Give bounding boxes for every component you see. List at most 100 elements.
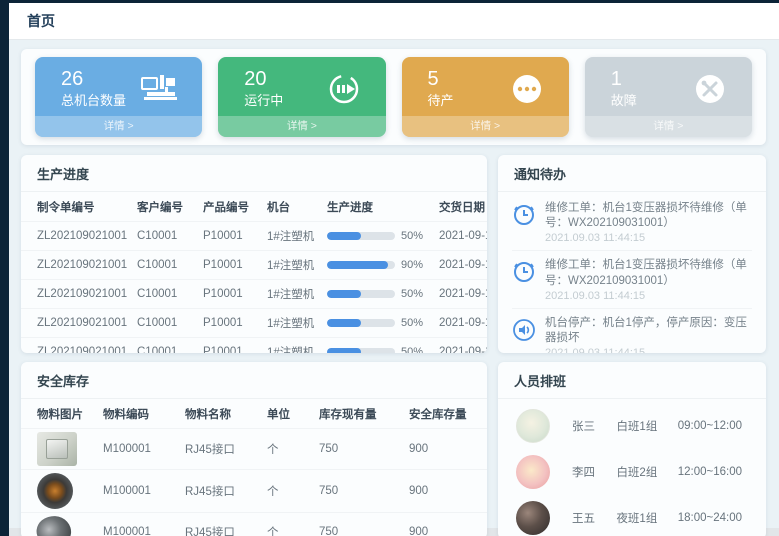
production-progress-panel: 生产进度 制令单编号 客户编号 产品编号 机台 生产进度 交货日期 ZL2021 bbox=[21, 155, 487, 353]
speaker-driver-photo bbox=[37, 473, 73, 509]
table-row[interactable]: ZL202109021001 C10001 P10001 1#注塑机 50% 2… bbox=[21, 338, 487, 354]
machine: 1#注塑机 bbox=[263, 309, 323, 338]
stock-qty: 750 bbox=[315, 513, 405, 536]
safety-qty: 900 bbox=[405, 429, 487, 470]
progress-label: 50% bbox=[401, 317, 423, 329]
sidebar-edge bbox=[0, 0, 9, 536]
fault-tools-icon bbox=[690, 72, 730, 106]
progress-bar bbox=[327, 348, 395, 353]
stat-card-total-machines[interactable]: 26 总机台数量 详情 > bbox=[35, 57, 202, 137]
customer-no: C10001 bbox=[133, 309, 199, 338]
material-name: RJ45接口 bbox=[181, 513, 263, 536]
machine: 1#注塑机 bbox=[263, 338, 323, 354]
schedule-row[interactable]: 张三 白班1组 09:00~12:00 bbox=[516, 403, 748, 449]
progress-bar bbox=[327, 319, 395, 327]
staff-schedule-panel: 人员排班 张三 白班1组 09:00~12:00 李四 白班2组 12:00~1… bbox=[498, 362, 766, 536]
stat-label: 故障 bbox=[611, 90, 637, 109]
table-row[interactable]: ZL202109021001 C10001 P10001 1#注塑机 50% 2… bbox=[21, 309, 487, 338]
notification-time: 2021.09.03 11:44:15 bbox=[545, 347, 752, 353]
order-no: ZL202109021001 bbox=[21, 251, 133, 280]
notification-item[interactable]: 维修工单：机台1变压器损坏待维修（单号：WX202109031001） 2021… bbox=[512, 194, 752, 251]
product-no: P10001 bbox=[199, 338, 263, 354]
notification-item[interactable]: 维修工单：机台1变压器损坏待维修（单号：WX202109031001） 2021… bbox=[512, 251, 752, 308]
order-no: ZL202109021001 bbox=[21, 338, 133, 354]
page-title: 首页 bbox=[27, 11, 55, 31]
material-image-cell bbox=[21, 429, 99, 470]
delivery-date: 2021-09-10 bbox=[435, 309, 487, 338]
customer-no: C10001 bbox=[133, 338, 199, 354]
material-code: M100001 bbox=[99, 470, 181, 513]
schedule-row[interactable]: 王五 夜班1组 18:00~24:00 bbox=[516, 495, 748, 536]
column-header: 产品编号 bbox=[199, 192, 263, 222]
column-header: 物料图片 bbox=[21, 399, 99, 429]
detail-link[interactable]: 详情 > bbox=[35, 116, 202, 137]
progress-cell: 50% bbox=[323, 309, 435, 338]
progress-bar bbox=[327, 290, 395, 298]
window-frame-top bbox=[0, 0, 779, 3]
table-header-row: 物料图片 物料编码 物料名称 单位 库存现有量 安全库存量 bbox=[21, 399, 487, 429]
shift-label: 白班1组 bbox=[616, 418, 677, 434]
stat-label: 运行中 bbox=[244, 90, 283, 109]
table-row[interactable]: ZL202109021001 C10001 P10001 1#注塑机 50% 2… bbox=[21, 222, 487, 251]
machine: 1#注塑机 bbox=[263, 251, 323, 280]
speaker-cone-photo bbox=[33, 512, 75, 536]
progress-cell: 90% bbox=[323, 251, 435, 280]
table-row[interactable]: M100001 RJ45接口 个 750 900 bbox=[21, 513, 487, 536]
speaker-icon bbox=[512, 318, 536, 342]
table-row[interactable]: M100001 RJ45接口 个 750 900 bbox=[21, 429, 487, 470]
column-header: 单位 bbox=[263, 399, 315, 429]
delivery-date: 2021-09-10 bbox=[435, 222, 487, 251]
table-row[interactable]: ZL202109021001 C10001 P10001 1#注塑机 50% 2… bbox=[21, 280, 487, 309]
notification-item[interactable]: 机台停产：机台1停产，停产原因：变压器损坏 2021.09.03 11:44:1… bbox=[512, 309, 752, 353]
stock-qty: 750 bbox=[315, 429, 405, 470]
clock-icon bbox=[512, 203, 536, 227]
stat-value: 5 bbox=[428, 68, 454, 90]
stat-card-running[interactable]: 20 运行中 详情 > bbox=[218, 57, 385, 137]
rj45-connector-photo bbox=[37, 432, 77, 466]
stock-qty: 750 bbox=[315, 470, 405, 513]
delivery-date: 2021-09-10 bbox=[435, 251, 487, 280]
avatar bbox=[516, 501, 550, 535]
progress-cell: 50% bbox=[323, 222, 435, 251]
stat-cards-panel: 26 总机台数量 详情 > 20 运行中 详情 > bbox=[21, 49, 766, 145]
material-name: RJ45接口 bbox=[181, 429, 263, 470]
progress-bar bbox=[327, 232, 395, 240]
staff-name: 张三 bbox=[572, 418, 616, 434]
column-header: 安全库存量 bbox=[405, 399, 487, 429]
machine: 1#注塑机 bbox=[263, 222, 323, 251]
stat-card-fault[interactable]: 1 故障 详情 > bbox=[585, 57, 752, 137]
schedule-row[interactable]: 李四 白班2组 12:00~16:00 bbox=[516, 449, 748, 495]
order-no: ZL202109021001 bbox=[21, 309, 133, 338]
progress-label: 50% bbox=[401, 346, 423, 353]
breadcrumb-bar: 首页 bbox=[9, 3, 779, 40]
safety-stock-panel: 安全库存 物料图片 物料编码 物料名称 单位 库存现有量 安全库存量 bbox=[21, 362, 487, 536]
product-no: P10001 bbox=[199, 280, 263, 309]
product-no: P10001 bbox=[199, 251, 263, 280]
notification-time: 2021.09.03 11:44:15 bbox=[545, 232, 752, 244]
column-header: 生产进度 bbox=[323, 192, 435, 222]
table-row[interactable]: ZL202109021001 C10001 P10001 1#注塑机 90% 2… bbox=[21, 251, 487, 280]
detail-link[interactable]: 详情 > bbox=[218, 116, 385, 137]
safety-qty: 900 bbox=[405, 513, 487, 536]
column-header: 客户编号 bbox=[133, 192, 199, 222]
panel-title: 通知待办 bbox=[498, 155, 766, 192]
shift-label: 夜班1组 bbox=[616, 510, 677, 526]
table-row[interactable]: M100001 RJ45接口 个 750 900 bbox=[21, 470, 487, 513]
material-image-cell bbox=[21, 513, 99, 536]
shift-time: 12:00~16:00 bbox=[678, 466, 742, 478]
stat-card-waiting[interactable]: 5 待产 详情 > bbox=[402, 57, 569, 137]
staff-name: 王五 bbox=[572, 510, 616, 526]
avatar bbox=[516, 455, 550, 489]
column-header: 物料编码 bbox=[99, 399, 181, 429]
unit: 个 bbox=[263, 429, 315, 470]
product-no: P10001 bbox=[199, 309, 263, 338]
material-image-cell bbox=[21, 470, 99, 513]
machine-icon bbox=[140, 72, 180, 106]
shift-label: 白班2组 bbox=[616, 464, 677, 480]
detail-link[interactable]: 详情 > bbox=[402, 116, 569, 137]
detail-link[interactable]: 详情 > bbox=[585, 116, 752, 137]
material-code: M100001 bbox=[99, 429, 181, 470]
notification-text: 机台停产：机台1停产，停产原因：变压器损坏 bbox=[545, 316, 752, 346]
dashboard-content: 26 总机台数量 详情 > 20 运行中 详情 > bbox=[9, 40, 779, 528]
delivery-date: 2021-09-10 bbox=[435, 280, 487, 309]
